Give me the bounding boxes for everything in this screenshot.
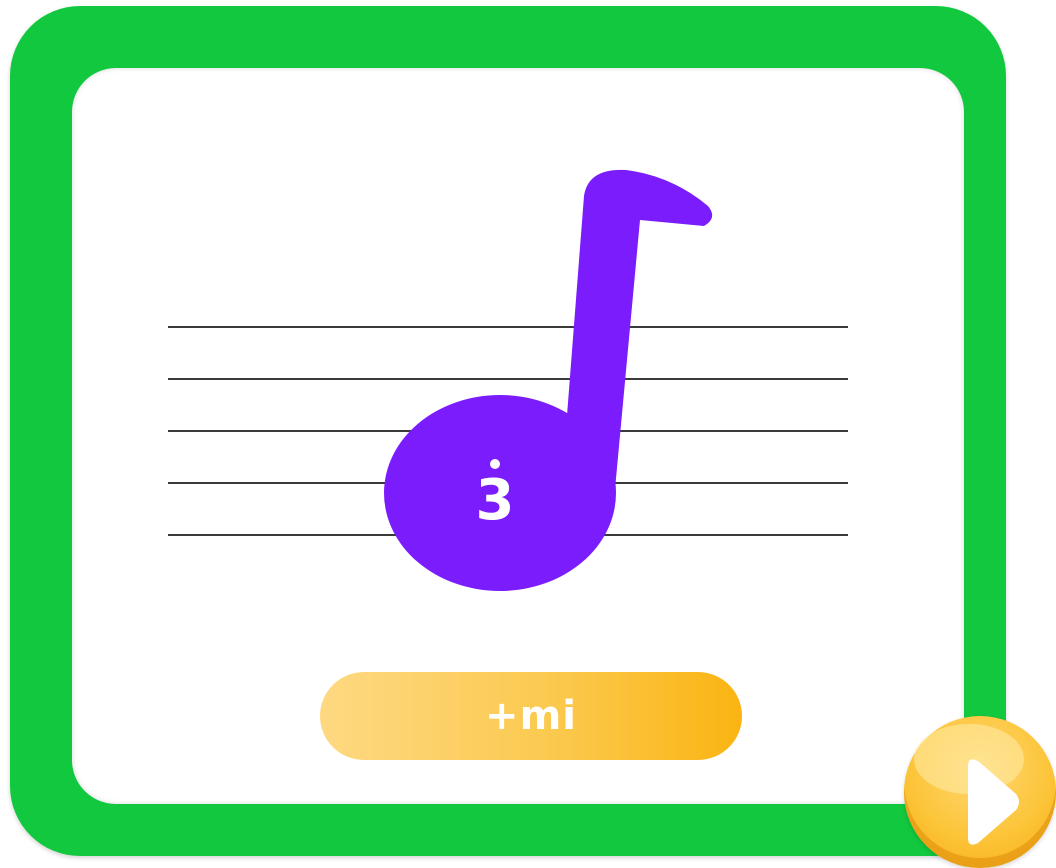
note-number-label: 3 (475, 468, 515, 533)
answer-button[interactable]: +mi (320, 672, 742, 760)
play-triangle-icon (968, 759, 1019, 845)
note-stem-flag (562, 169, 713, 500)
answer-button-label: +mi (485, 693, 577, 739)
play-button[interactable] (904, 716, 1056, 868)
